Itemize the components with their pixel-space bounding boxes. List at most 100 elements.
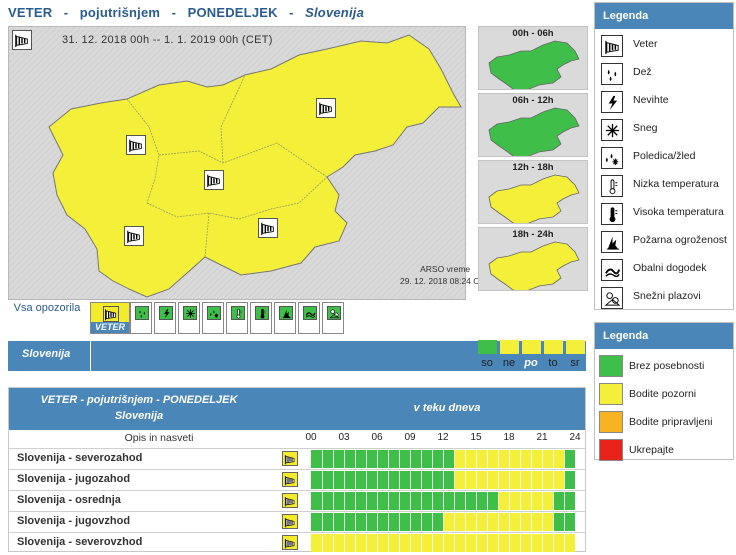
filter-snow-button[interactable] <box>178 302 200 334</box>
hour-label: 18 <box>503 432 515 443</box>
hour-gridline <box>564 492 565 510</box>
hour-label: 00 <box>305 432 317 443</box>
hour-gridline <box>333 471 334 489</box>
table-row[interactable]: Slovenija - jugozahod <box>9 469 585 490</box>
day-selector[interactable]: so ne po to sr <box>478 338 586 372</box>
hour-gridline <box>421 450 422 468</box>
hour-gridline <box>388 471 389 489</box>
period-label: 00h - 06h <box>512 28 554 39</box>
title-region: Slovenija <box>305 5 365 20</box>
table-row[interactable]: Slovenija - severovzhod <box>9 532 585 553</box>
main-map[interactable] <box>8 26 466 300</box>
wind-icon <box>261 222 274 236</box>
rain-icon <box>607 69 616 81</box>
hour-gridline <box>377 471 378 489</box>
selected-phenomenon-caption: VETER <box>91 322 129 333</box>
legend-icon-box <box>601 259 623 281</box>
title-mode: pojutrišnjem <box>79 5 161 20</box>
day-color-sr[interactable] <box>566 340 585 354</box>
hour-gridline <box>377 450 378 468</box>
hour-gridline <box>421 534 422 552</box>
legend-icon-box <box>601 147 623 169</box>
hour-gridline <box>399 534 400 552</box>
hour-gridline <box>498 513 499 531</box>
storm-icon <box>608 95 617 110</box>
forecast-date-range: 31. 12. 2018 00h -- 1. 1. 2019 00h (CET) <box>62 34 273 46</box>
legend-icon-box <box>601 287 623 309</box>
map-phenomenon-icon <box>12 30 32 50</box>
table-row[interactable]: Slovenija - jugovzhod <box>9 511 585 532</box>
hour-gridline <box>487 534 488 552</box>
legend-label: Poledica/žled <box>633 150 696 162</box>
legend-icon-box <box>601 175 623 197</box>
hour-gridline <box>355 492 356 510</box>
day-label-to[interactable]: to <box>542 357 564 369</box>
hour-gridline <box>520 534 521 552</box>
region-wind-icon[interactable] <box>258 218 278 238</box>
period-label: 18h - 24h <box>512 229 554 240</box>
filter-wind-button[interactable]: VETER <box>90 302 130 334</box>
hour-gridline <box>388 450 389 468</box>
day-label-po[interactable]: po <box>520 357 542 369</box>
day-color-po[interactable] <box>522 340 541 354</box>
day-color-to[interactable] <box>544 340 563 354</box>
filter-low-temp-button[interactable] <box>226 302 248 334</box>
hour-gridline <box>388 492 389 510</box>
table-row[interactable]: Slovenija - osrednja <box>9 490 585 511</box>
day-label-sr[interactable]: sr <box>564 357 586 369</box>
all-warnings-link[interactable]: Vsa opozorila <box>8 302 86 315</box>
period-map-0[interactable]: 00h - 06h <box>478 26 588 90</box>
credit-line-2: 29. 12. 2018 08:24 CET <box>400 276 491 286</box>
day-label-so[interactable]: so <box>476 357 498 369</box>
filter-high-temp-button[interactable] <box>250 302 272 334</box>
hour-gridline <box>531 534 532 552</box>
table-row[interactable]: Slovenija - severozahod <box>9 448 585 469</box>
wind-icon <box>127 230 140 244</box>
wind-icon <box>284 517 295 527</box>
region-wind-icon[interactable] <box>204 170 224 190</box>
hour-gridline <box>355 471 356 489</box>
rain-icon <box>138 309 145 318</box>
day-color-so[interactable] <box>478 340 497 354</box>
period-map-2[interactable]: 12h - 18h <box>478 160 588 224</box>
period-label: 12h - 18h <box>512 162 554 173</box>
hour-gridline <box>333 534 334 552</box>
low-temp-icon <box>609 178 617 194</box>
region-wind-icon[interactable] <box>126 135 146 155</box>
legend-item: Snežni plazovi <box>599 285 729 309</box>
day-color-ne[interactable] <box>500 340 519 354</box>
legend-label: Nizka temperatura <box>633 178 719 190</box>
filter-avalanche-button[interactable] <box>322 302 344 334</box>
legend-level-label: Brez posebnosti <box>629 360 705 372</box>
high-temp-icon <box>609 206 617 222</box>
filter-rain-button[interactable] <box>130 302 152 334</box>
hour-gridline <box>377 534 378 552</box>
legend-label: Dež <box>633 66 652 78</box>
legend2-title: Legenda <box>595 323 733 349</box>
credit-line-1: ARSO vreme <box>420 264 471 274</box>
table-title: VETER - pojutrišnjem - PONEDELJEK Sloven… <box>9 392 269 424</box>
period-map-1[interactable]: 06h - 12h <box>478 93 588 157</box>
region-wind-icon[interactable] <box>124 226 144 246</box>
hour-gridline <box>399 492 400 510</box>
legend-label: Nevihte <box>633 94 669 106</box>
region-wind-icon[interactable] <box>316 98 336 118</box>
title-sep: - <box>171 5 177 20</box>
day-label-ne[interactable]: ne <box>498 357 520 369</box>
high-temp-icon <box>260 308 266 318</box>
hour-gridline <box>454 513 455 531</box>
warning-table: VETER - pojutrišnjem - PONEDELJEK Sloven… <box>8 387 586 552</box>
hour-gridline <box>542 513 543 531</box>
hour-gridline <box>443 513 444 531</box>
filter-coastal-button[interactable] <box>298 302 320 334</box>
filter-storm-button[interactable] <box>154 302 176 334</box>
hour-gridline <box>322 513 323 531</box>
hour-gridline <box>344 492 345 510</box>
period-map-3[interactable]: 18h - 24h <box>478 227 588 291</box>
table-title-2: Slovenija <box>114 410 164 422</box>
filter-ice-button[interactable] <box>202 302 224 334</box>
region-name: Slovenija - jugozahod <box>17 473 131 485</box>
coastal-icon <box>305 311 315 318</box>
filter-fire-button[interactable] <box>274 302 296 334</box>
hour-gridline <box>399 450 400 468</box>
